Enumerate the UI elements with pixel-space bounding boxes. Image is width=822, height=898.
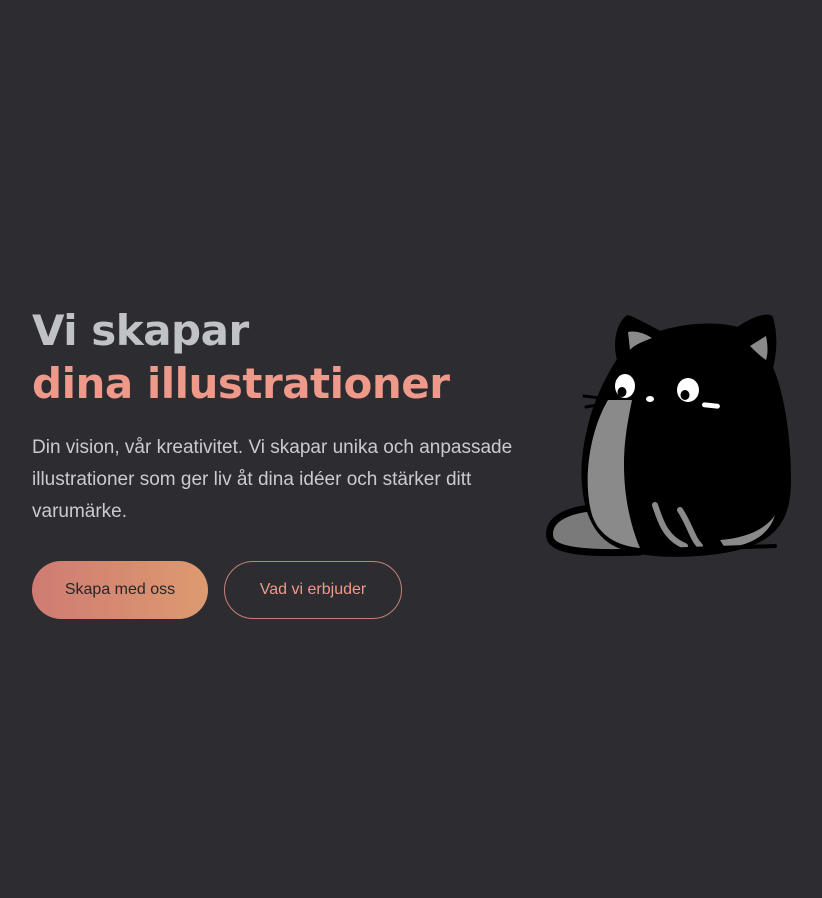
hero-page: Vi skapar dina illustrationer Din vision… [0, 0, 822, 898]
hero-headline: Vi skapar dina illustrationer [32, 304, 542, 410]
cat-right-pupil [680, 390, 690, 400]
hero-actions: Skapa med oss Vad vi erbjuder [32, 561, 402, 619]
what-we-offer-button[interactable]: Vad vi erbjuder [224, 561, 402, 619]
black-cat-illustration [546, 314, 791, 557]
headline-line-2: dina illustrationer [32, 359, 450, 408]
cat-left-pupil [617, 387, 627, 397]
hero-lead-text: Din vision, vår kreativitet. Vi skapar u… [32, 437, 513, 522]
create-with-us-button[interactable]: Skapa med oss [32, 561, 208, 619]
hero-text-block: Vi skapar dina illustrationer Din vision… [32, 304, 542, 528]
headline-line-1: Vi skapar [32, 306, 249, 355]
cat-nose [646, 396, 654, 402]
